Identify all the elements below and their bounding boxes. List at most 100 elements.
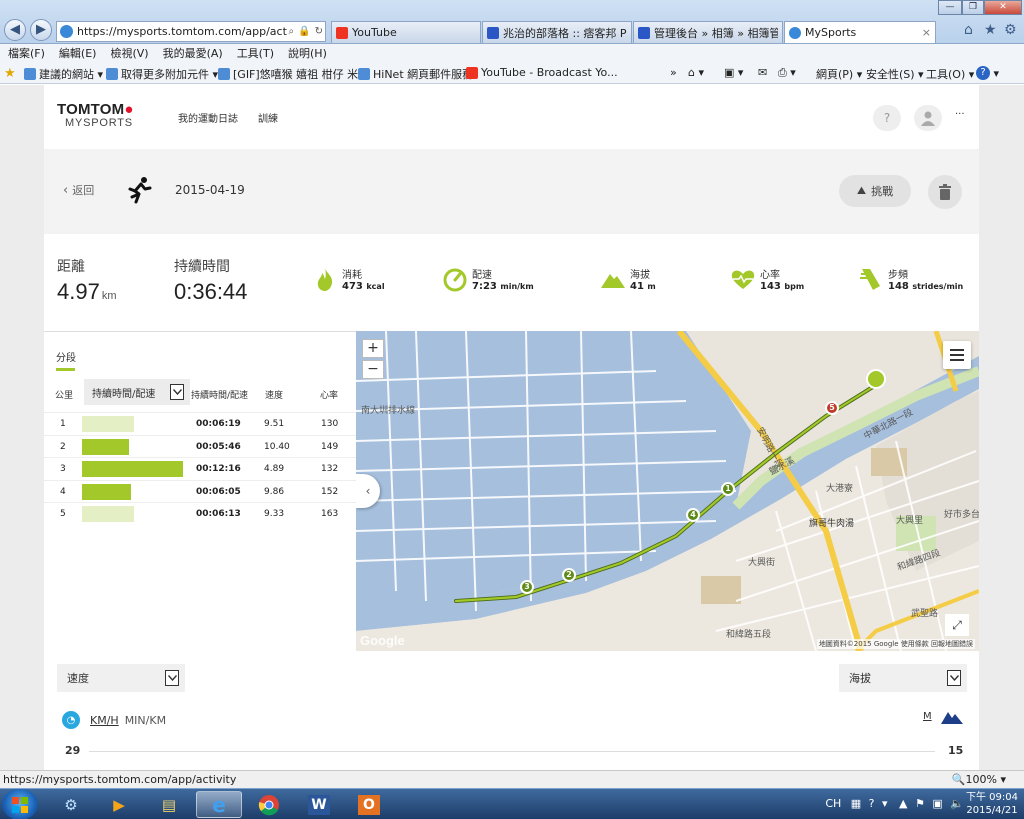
back-button[interactable]: ‹ 返回: [63, 182, 94, 198]
nav-activity-log[interactable]: 我的運動日誌: [178, 110, 238, 125]
split-marker[interactable]: 2: [562, 568, 576, 582]
help-icon[interactable]: ? ▾: [976, 66, 999, 80]
tab-pixnet[interactable]: 兆治的部落格 :: 痞客邦 PIXN...: [482, 21, 632, 43]
flag-icon[interactable]: ⚑: [915, 797, 925, 810]
media-player-icon[interactable]: ▶: [96, 791, 142, 818]
tab-label: MySports: [805, 26, 857, 39]
table-row[interactable]: 2 00:05:46 10.40 149: [44, 434, 356, 457]
split-marker[interactable]: 5: [825, 401, 839, 415]
keyboard-icon[interactable]: ▦: [851, 797, 861, 810]
unit-meters[interactable]: M: [923, 711, 932, 722]
split-km: 5: [60, 509, 66, 519]
menu-file[interactable]: 檔案(F): [8, 45, 45, 61]
table-row[interactable]: 3 00:12:16 4.89 132: [44, 457, 356, 479]
input-language[interactable]: CH: [825, 797, 841, 810]
internet-explorer-icon[interactable]: e: [196, 791, 242, 818]
menu-help[interactable]: 說明(H): [288, 45, 327, 61]
menu-page[interactable]: 網頁(P) ▾: [816, 66, 862, 82]
clock[interactable]: 下午 09:04 2015/4/21: [966, 791, 1018, 817]
challenge-button[interactable]: ⛰ 挑戰: [839, 175, 911, 207]
zoom-out-button[interactable]: −: [362, 360, 384, 379]
left-metric-dropdown[interactable]: 速度: [57, 664, 185, 692]
more-menu-icon[interactable]: ···: [955, 109, 965, 120]
close-tab-icon[interactable]: ×: [922, 26, 931, 39]
right-metric-dropdown[interactable]: 海拔: [839, 664, 967, 692]
split-marker[interactable]: 1: [721, 482, 735, 496]
forward-arrow-icon[interactable]: ▶: [30, 19, 52, 41]
search-icon[interactable]: ⌕: [289, 26, 295, 37]
tab-mysports[interactable]: MySports ×: [784, 21, 936, 43]
split-marker[interactable]: 4: [686, 508, 700, 522]
chat-help-icon[interactable]: ?: [873, 105, 901, 131]
route-map[interactable]: 12345 南大圳排水線 旗哥牛肉湯 大興街 大興里 和緯路四段 和緯路五段 中…: [356, 331, 979, 651]
favorite-link[interactable]: 取得更多附加元件 ▾: [106, 66, 218, 82]
avatar[interactable]: [914, 105, 942, 131]
overflow-chevron-icon[interactable]: »: [670, 66, 677, 79]
splits-panel: 分段 公里 持續時間/配速 持續時間/配速 速度 心率 1 00:06:19 9.5…: [44, 331, 356, 651]
fullscreen-icon[interactable]: ⤢: [945, 614, 969, 636]
split-metric-select[interactable]: 持續時間/配速: [84, 379, 190, 405]
zoom-level[interactable]: 🔍100% ▾: [952, 773, 1006, 786]
menu-tools-cmd[interactable]: 工具(O) ▾: [926, 66, 974, 82]
map-layers-menu-icon[interactable]: [943, 341, 971, 369]
route-start-marker[interactable]: [866, 369, 886, 389]
print-icon[interactable]: ⎙ ▾: [778, 66, 796, 80]
favorite-link[interactable]: [GIF]悠嘻猴 嬉祖 柑仔 米...: [218, 66, 369, 82]
unit-minkm[interactable]: MIN/KM: [125, 714, 166, 727]
favorite-link[interactable]: YouTube - Broadcast Yo...: [466, 66, 618, 79]
tomtom-logo[interactable]: TOMTOM●: [57, 101, 134, 118]
menu-favorites[interactable]: 我的最愛(A): [163, 45, 223, 61]
mail-icon[interactable]: ✉: [758, 66, 767, 79]
maximize-button[interactable]: ❐: [962, 0, 984, 15]
nav-training[interactable]: 訓練: [258, 110, 278, 125]
home-icon[interactable]: ⌂ ▾: [688, 66, 704, 79]
ie-icon[interactable]: ⚙: [48, 791, 94, 818]
favorites-star-icon[interactable]: ★: [4, 66, 16, 81]
home-icon[interactable]: ⌂: [964, 22, 973, 38]
volume-icon[interactable]: 🔈: [950, 797, 964, 810]
map-canvas: [356, 331, 979, 651]
table-row[interactable]: 4 00:06:05 9.86 152: [44, 479, 356, 502]
menu-edit[interactable]: 編輯(E): [59, 45, 97, 61]
options-icon[interactable]: ▾: [882, 797, 888, 810]
back-arrow-icon[interactable]: ◀: [4, 19, 26, 41]
favorites-star-icon[interactable]: ★: [984, 22, 997, 38]
close-window-button[interactable]: ✕: [984, 0, 1022, 15]
lock-icon: 🔒: [298, 26, 311, 37]
chrome-icon[interactable]: [246, 791, 292, 818]
menu-view[interactable]: 檢視(V): [110, 45, 148, 61]
gear-icon[interactable]: ⚙: [1004, 22, 1017, 38]
start-button[interactable]: [2, 789, 38, 819]
split-marker[interactable]: 3: [520, 580, 534, 594]
chevron-down-icon: [947, 670, 961, 686]
address-bar[interactable]: https://mysports.tomtom.com/app/activity…: [56, 21, 326, 42]
delete-button[interactable]: [928, 175, 962, 209]
tab-youtube[interactable]: YouTube: [331, 21, 481, 43]
zoom-in-button[interactable]: +: [362, 339, 384, 358]
chevron-left-icon: ‹: [63, 183, 69, 198]
outlook-icon[interactable]: O: [346, 791, 392, 818]
explorer-icon[interactable]: ▤: [146, 791, 192, 818]
menu-safety[interactable]: 安全性(S) ▾: [866, 66, 924, 82]
favorite-link[interactable]: 建議的網站 ▾: [24, 66, 103, 82]
network-icon[interactable]: ▣: [932, 797, 942, 810]
unit-kmh[interactable]: KM/H: [90, 714, 119, 727]
minimize-button[interactable]: —: [938, 0, 962, 15]
map-attribution[interactable]: 地圖資料©2015 Google 使用條款 回報地圖錯誤: [816, 639, 975, 649]
favorite-label: YouTube - Broadcast Yo...: [481, 66, 618, 79]
cadence-stat: 步頻 148 strides/min: [858, 266, 963, 292]
rss-feed-icon[interactable]: ▣ ▾: [724, 66, 743, 79]
tab-admin[interactable]: 管理後台 » 相簿 » 相簿管理...: [633, 21, 783, 43]
table-row[interactable]: 5 00:06:13 9.33 163: [44, 502, 356, 524]
metric-value: 143: [760, 281, 781, 292]
menu-bar: 檔案(F) 編輯(E) 檢視(V) 我的最愛(A) 工具(T) 說明(H): [0, 44, 1024, 62]
table-row[interactable]: 1 00:06:19 9.51 130: [44, 412, 356, 434]
favorite-link[interactable]: HiNet 網頁郵件服務: [358, 66, 473, 82]
show-hidden-icons-icon[interactable]: ▲: [899, 797, 907, 810]
refresh-icon[interactable]: ↻: [315, 26, 323, 37]
word-icon[interactable]: W: [296, 791, 342, 818]
page-icon: [218, 68, 230, 80]
help-icon[interactable]: ?: [869, 797, 875, 810]
tab-splits[interactable]: 分段: [56, 349, 76, 364]
menu-tools[interactable]: 工具(T): [237, 45, 274, 61]
